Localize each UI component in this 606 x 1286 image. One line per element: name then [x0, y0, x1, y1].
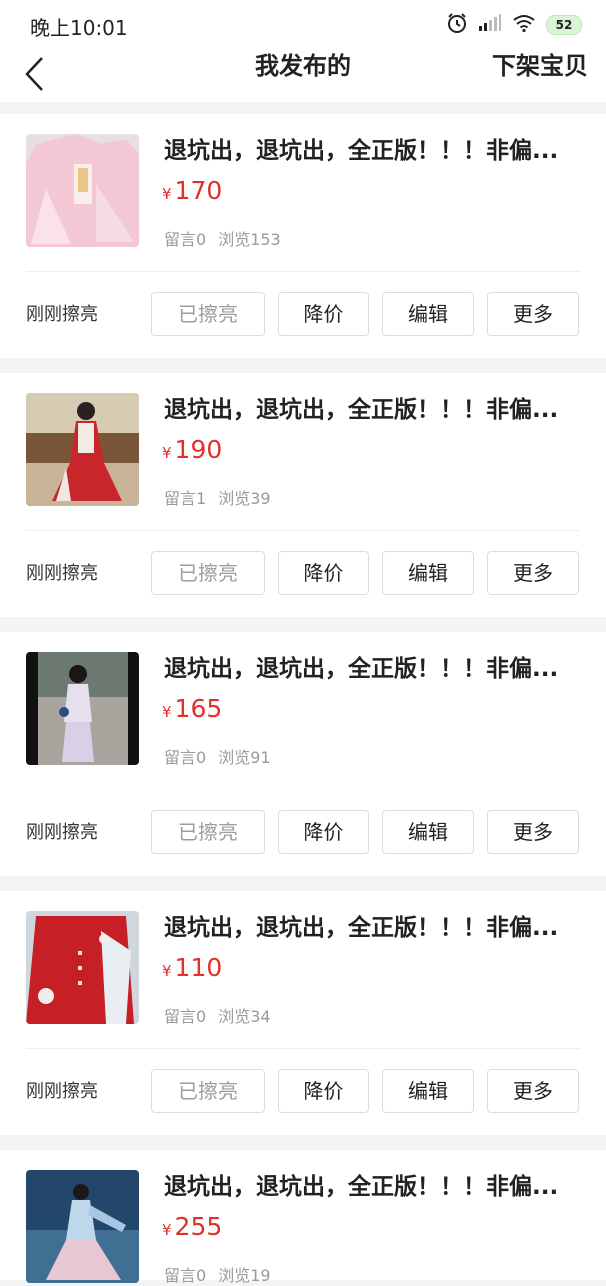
price-value: 255	[174, 1212, 223, 1241]
item-price: ¥255	[162, 1210, 222, 1244]
item-title[interactable]: 退坑出，退坑出，全正版！！！非偏...	[164, 652, 574, 686]
refresh-status: 刚刚擦亮	[26, 304, 98, 325]
item-price: ¥165	[162, 692, 222, 726]
currency-symbol: ¥	[162, 185, 172, 203]
item-title[interactable]: 退坑出，退坑出，全正版！！！非偏...	[164, 393, 574, 427]
currency-symbol: ¥	[162, 444, 172, 462]
signal-icon	[478, 13, 502, 37]
status-icons: 52	[446, 12, 582, 38]
item-stats: 留言0 浏览34	[164, 1003, 271, 1027]
refresh-status: 刚刚擦亮	[26, 1081, 98, 1102]
item-thumbnail[interactable]	[26, 652, 139, 765]
item-thumbnail[interactable]	[26, 1170, 139, 1283]
alarm-icon	[446, 12, 468, 38]
comment-count: 留言0	[164, 1007, 207, 1026]
item-price: ¥110	[162, 951, 222, 985]
divider	[26, 1048, 580, 1049]
view-count: 浏览153	[218, 230, 281, 249]
view-count: 浏览34	[218, 1007, 271, 1026]
wifi-icon	[512, 13, 536, 37]
item-title[interactable]: 退坑出，退坑出，全正版！！！非偏...	[164, 911, 574, 945]
refreshed-button[interactable]: 已擦亮	[151, 551, 265, 595]
item-stats: 留言0 浏览19	[164, 1262, 271, 1286]
price-value: 170	[174, 176, 223, 205]
price-value: 190	[174, 435, 223, 464]
refresh-status: 刚刚擦亮	[26, 822, 98, 843]
list-item[interactable]: 退坑出，退坑出，全正版！！！非偏... ¥165 留言0 浏览91 刚刚擦亮 已…	[0, 632, 606, 876]
currency-symbol: ¥	[162, 1221, 172, 1239]
list-item[interactable]: 退坑出，退坑出，全正版！！！非偏... ¥255 留言0 浏览19	[0, 1150, 606, 1285]
comment-count: 留言1	[164, 489, 207, 508]
item-title[interactable]: 退坑出，退坑出，全正版！！！非偏...	[164, 134, 574, 168]
reduce-price-button[interactable]: 降价	[278, 292, 369, 336]
reduce-price-button[interactable]: 降价	[278, 810, 369, 854]
status-time: 晚上10:01	[30, 16, 128, 40]
comment-count: 留言0	[164, 1266, 207, 1285]
more-button[interactable]: 更多	[487, 1069, 579, 1113]
view-count: 浏览19	[218, 1266, 271, 1285]
view-count: 浏览39	[218, 489, 271, 508]
currency-symbol: ¥	[162, 962, 172, 980]
more-button[interactable]: 更多	[487, 810, 579, 854]
item-stats: 留言0 浏览153	[164, 226, 281, 250]
price-value: 165	[174, 694, 223, 723]
edit-button[interactable]: 编辑	[382, 292, 474, 336]
item-title[interactable]: 退坑出，退坑出，全正版！！！非偏...	[164, 1170, 574, 1204]
list-item[interactable]: 退坑出，退坑出，全正版！！！非偏... ¥170 留言0 浏览153 刚刚擦亮 …	[0, 114, 606, 358]
edit-button[interactable]: 编辑	[382, 1069, 474, 1113]
item-thumbnail[interactable]	[26, 134, 139, 247]
refreshed-button[interactable]: 已擦亮	[151, 810, 265, 854]
refreshed-button[interactable]: 已擦亮	[151, 292, 265, 336]
nav-bar: 我发布的 下架宝贝	[0, 50, 606, 102]
comment-count: 留言0	[164, 230, 207, 249]
price-value: 110	[174, 953, 223, 982]
status-bar: 晚上10:01 52	[0, 0, 606, 50]
battery-icon: 52	[546, 15, 582, 35]
edit-button[interactable]: 编辑	[382, 551, 474, 595]
item-price: ¥170	[162, 174, 222, 208]
currency-symbol: ¥	[162, 703, 172, 721]
item-stats: 留言0 浏览91	[164, 744, 271, 768]
item-thumbnail[interactable]	[26, 911, 139, 1024]
item-thumbnail[interactable]	[26, 393, 139, 506]
list-item[interactable]: 退坑出，退坑出，全正版！！！非偏... ¥190 留言1 浏览39 刚刚擦亮 已…	[0, 373, 606, 617]
divider	[26, 530, 580, 531]
item-price: ¥190	[162, 433, 222, 467]
view-count: 浏览91	[218, 748, 271, 767]
item-stats: 留言1 浏览39	[164, 485, 271, 509]
refresh-status: 刚刚擦亮	[26, 563, 98, 584]
reduce-price-button[interactable]: 降价	[278, 551, 369, 595]
delist-items-button[interactable]: 下架宝贝	[492, 50, 588, 82]
list-item[interactable]: 退坑出，退坑出，全正版！！！非偏... ¥110 留言0 浏览34 刚刚擦亮 已…	[0, 891, 606, 1135]
edit-button[interactable]: 编辑	[382, 810, 474, 854]
divider	[26, 271, 580, 272]
comment-count: 留言0	[164, 748, 207, 767]
more-button[interactable]: 更多	[487, 551, 579, 595]
reduce-price-button[interactable]: 降价	[278, 1069, 369, 1113]
more-button[interactable]: 更多	[487, 292, 579, 336]
refreshed-button[interactable]: 已擦亮	[151, 1069, 265, 1113]
